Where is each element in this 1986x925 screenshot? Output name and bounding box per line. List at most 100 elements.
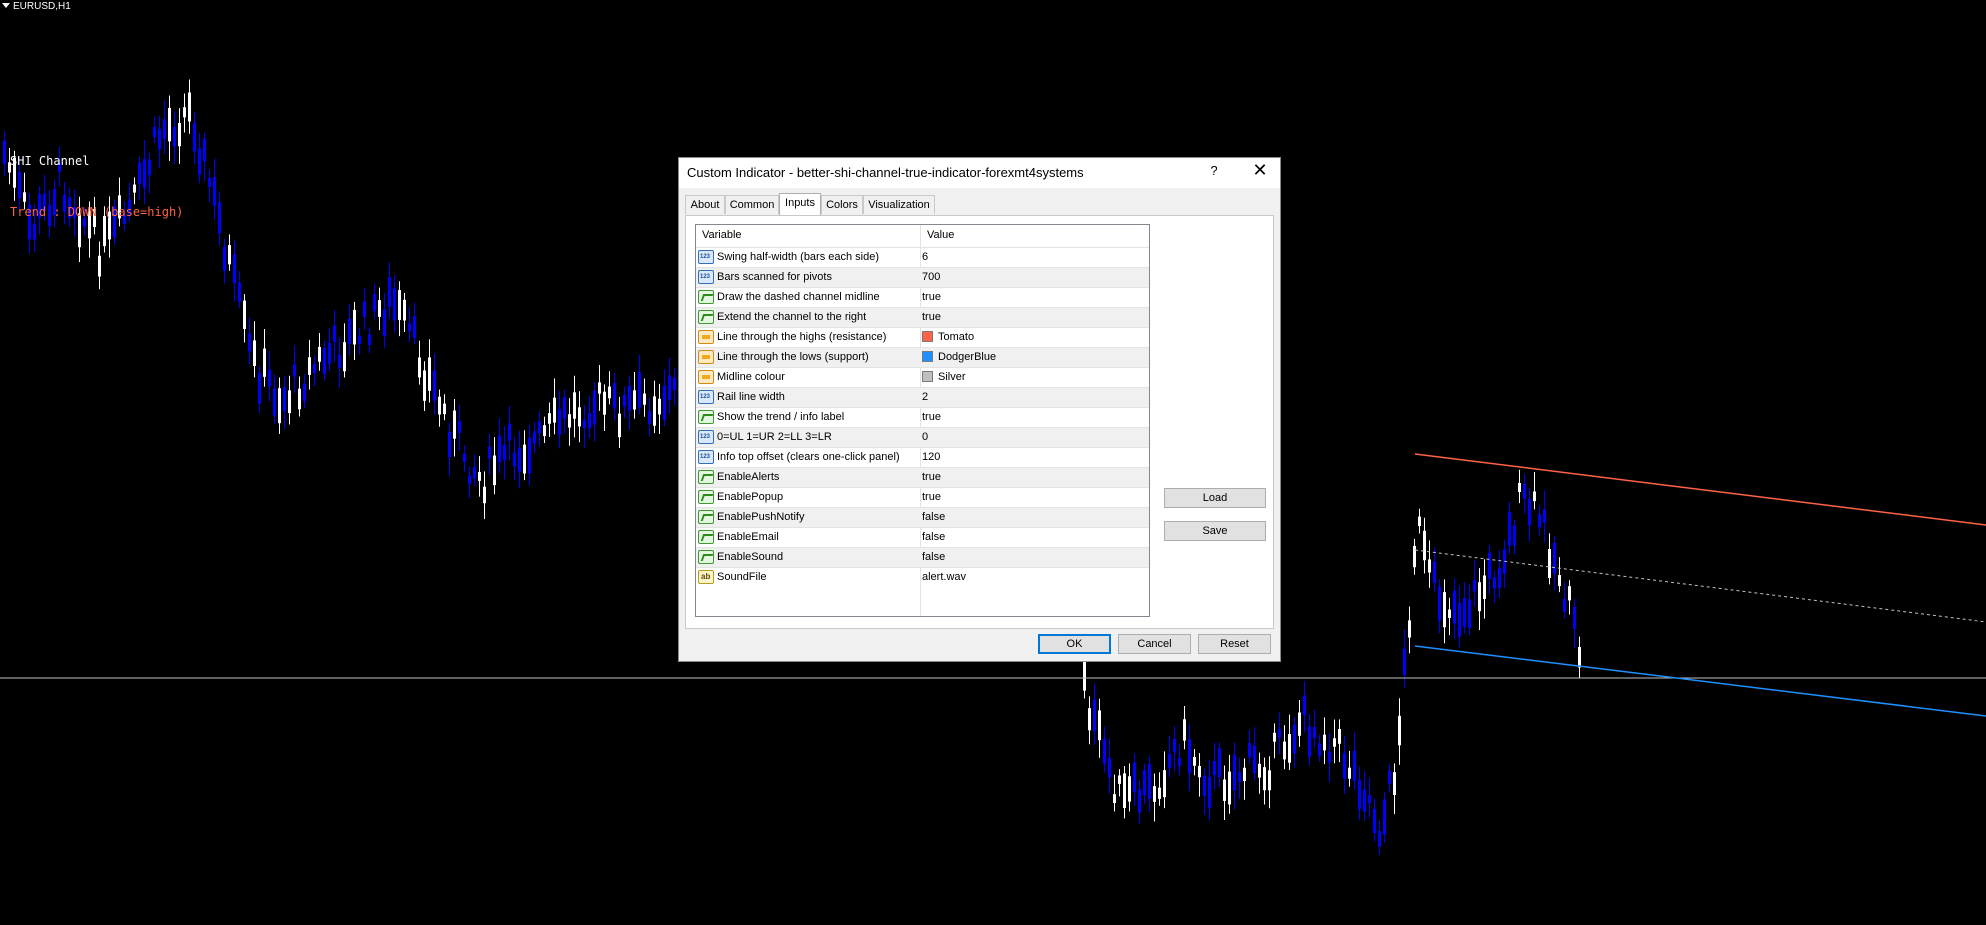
input-value-cell[interactable]: 120 — [922, 451, 940, 463]
candle-body — [523, 444, 526, 474]
candle-body — [1173, 738, 1176, 753]
candle-body — [1328, 751, 1331, 763]
input-value-cell[interactable]: 0 — [922, 431, 928, 443]
input-row[interactable]: SoundFile alert.wav — [696, 567, 1149, 587]
grid-rows: Swing half-width (bars each side) 6 Bars s… — [696, 247, 1149, 587]
input-value-cell[interactable]: DodgerBlue — [922, 351, 996, 363]
candle-body — [1193, 756, 1196, 766]
input-row[interactable]: EnableSound false — [696, 547, 1149, 567]
input-value-cell[interactable]: alert.wav — [922, 571, 966, 583]
color-type-icon — [698, 350, 714, 364]
candle-body — [388, 277, 391, 307]
candle-body — [513, 452, 516, 467]
input-row[interactable]: Line through the lows (support) DodgerBlu… — [696, 347, 1149, 367]
candle-body — [423, 370, 426, 401]
tab-inputs[interactable]: Inputs — [779, 193, 821, 215]
candle-body — [1333, 738, 1336, 747]
header-variable[interactable]: Variable — [702, 229, 742, 241]
candle-body — [518, 448, 521, 472]
dropdown-arrow-icon[interactable] — [2, 3, 10, 8]
input-value-cell[interactable]: true — [922, 411, 941, 423]
tab-visualization[interactable]: Visualization — [863, 195, 935, 214]
candle-body — [1463, 598, 1466, 627]
input-row[interactable]: EnablePopup true — [696, 487, 1149, 507]
load-button[interactable]: Load — [1164, 488, 1266, 508]
input-row[interactable]: Extend the channel to the right true — [696, 307, 1149, 327]
input-value: true — [922, 311, 941, 323]
save-button[interactable]: Save — [1164, 521, 1266, 541]
candle-body — [1528, 499, 1531, 526]
candle-body — [1478, 582, 1481, 612]
close-button[interactable]: ✕ — [1250, 160, 1270, 181]
candle-body — [223, 246, 226, 271]
input-value-cell[interactable]: Silver — [922, 371, 966, 383]
help-button[interactable]: ? — [1204, 163, 1224, 178]
tab-about[interactable]: About — [685, 195, 725, 214]
tab-colors[interactable]: Colors — [821, 195, 863, 214]
input-value-cell[interactable]: false — [922, 511, 945, 523]
candle-body — [1483, 575, 1486, 599]
input-row[interactable]: Draw the dashed channel midline true — [696, 287, 1149, 307]
channel-resistance-line[interactable] — [1414, 453, 1986, 526]
candle-body — [528, 437, 531, 474]
channel-support-line[interactable] — [1414, 645, 1986, 717]
candle-body — [303, 383, 306, 402]
input-row[interactable]: 0=UL 1=UR 2=LL 3=LR 0 — [696, 427, 1149, 447]
input-value-cell[interactable]: 6 — [922, 251, 928, 263]
dialog-titlebar[interactable]: Custom Indicator - better-shi-channel-tr… — [679, 158, 1280, 188]
input-row[interactable]: EnableEmail false — [696, 527, 1149, 547]
candle-body — [228, 245, 231, 265]
input-row[interactable]: Midline colour Silver — [696, 367, 1149, 387]
candle-body — [218, 202, 221, 234]
candle-body — [3, 140, 6, 165]
candle-body — [328, 343, 331, 364]
input-row[interactable]: Rail line width 2 — [696, 387, 1149, 407]
candle-body — [1208, 776, 1211, 808]
color-type-icon — [698, 370, 714, 384]
cancel-button[interactable]: Cancel — [1118, 634, 1191, 654]
candle-body — [1548, 549, 1551, 578]
input-row[interactable]: EnableAlerts true — [696, 467, 1149, 487]
candle-body — [1178, 757, 1181, 767]
input-row[interactable]: Line through the highs (resistance) Tomat… — [696, 327, 1149, 347]
tab-common[interactable]: Common — [725, 195, 779, 214]
grid-header: Variable Value — [696, 225, 1149, 245]
header-value[interactable]: Value — [927, 229, 954, 241]
input-variable-name: EnableAlerts — [717, 471, 780, 483]
candle-body — [1358, 780, 1361, 810]
input-value-cell[interactable]: false — [922, 551, 945, 563]
input-value-cell[interactable]: false — [922, 531, 945, 543]
candle-body — [1373, 808, 1376, 834]
ok-button[interactable]: OK — [1038, 634, 1111, 654]
chart-symbol-label[interactable]: EURUSD,H1 — [2, 0, 71, 13]
candle-body — [1238, 771, 1241, 783]
input-value-cell[interactable]: true — [922, 311, 941, 323]
input-row[interactable]: Bars scanned for pivots 700 — [696, 267, 1149, 287]
candle-body — [243, 300, 246, 329]
candle-body — [583, 419, 586, 428]
input-value-cell[interactable]: Tomato — [922, 331, 974, 343]
candle-body — [1298, 712, 1301, 736]
input-row[interactable]: Swing half-width (bars each side) 6 — [696, 247, 1149, 267]
reset-button[interactable]: Reset — [1198, 634, 1271, 654]
inputs-panel: Variable Value Swing half-width (bars ea… — [685, 215, 1274, 629]
input-row[interactable]: Info top offset (clears one-click panel)… — [696, 447, 1149, 467]
inputs-grid[interactable]: Variable Value Swing half-width (bars ea… — [695, 224, 1150, 617]
input-value-cell[interactable]: true — [922, 471, 941, 483]
candle-body — [483, 486, 486, 504]
input-row[interactable]: EnablePushNotify false — [696, 507, 1149, 527]
candle-body — [623, 394, 626, 407]
input-variable-name: 0=UL 1=UR 2=LL 3=LR — [717, 431, 832, 443]
input-value-cell[interactable]: true — [922, 491, 941, 503]
candle-body — [1348, 767, 1351, 779]
candle-body — [448, 431, 451, 458]
input-row[interactable]: Show the trend / info label true — [696, 407, 1149, 427]
candle-body — [478, 472, 481, 481]
input-value-cell[interactable]: true — [922, 291, 941, 303]
candle-body — [1318, 743, 1321, 756]
candle-body — [363, 301, 366, 317]
input-value-cell[interactable]: 2 — [922, 391, 928, 403]
candle-body — [238, 282, 241, 302]
candle-body — [373, 294, 376, 312]
input-value-cell[interactable]: 700 — [922, 271, 940, 283]
